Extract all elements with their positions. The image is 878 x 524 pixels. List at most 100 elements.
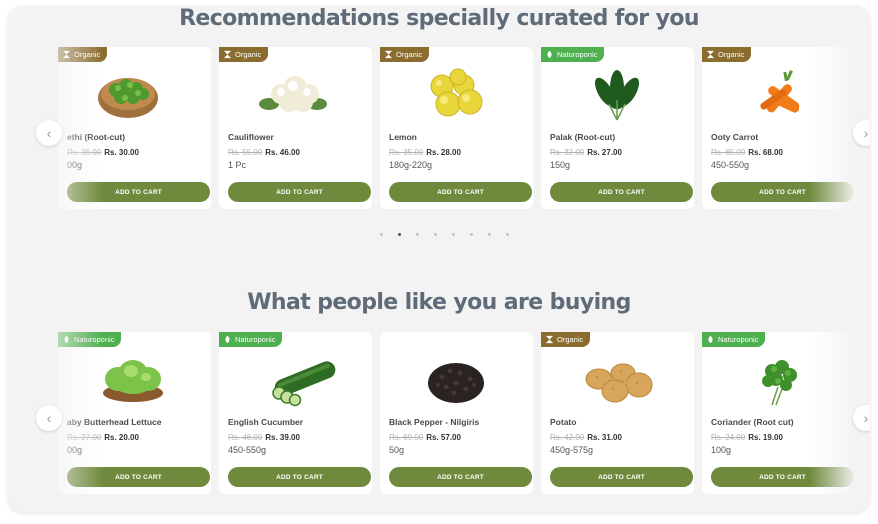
- pagination-dot[interactable]: [469, 233, 473, 236]
- product-quantity: 450-550g: [228, 445, 267, 455]
- product-quantity: 450-550g: [711, 160, 750, 170]
- methi-bunch-icon[interactable]: [58, 64, 211, 126]
- product-quantity: 00g: [67, 445, 83, 455]
- carousel-prev-button[interactable]: ‹: [36, 405, 62, 431]
- new-price: Rs. 68.00: [748, 148, 783, 157]
- product-price: Rs. 69.00 Rs. 57.00: [389, 433, 461, 442]
- product-quantity: 150g: [550, 160, 571, 170]
- recommendations-panel: Recommendations specially curated for yo…: [8, 6, 870, 512]
- carousel-people-buying[interactable]: Naturoponic aby Butterhead Lettuce Rs. 27…: [8, 332, 870, 494]
- old-price: Rs. 36.00: [67, 148, 102, 157]
- old-price: Rs. 27.00: [67, 433, 102, 442]
- add-to-cart-button[interactable]: ADD TO CART: [228, 182, 371, 202]
- product-card[interactable]: Black Pepper - Nilgiris Rs. 69.00 Rs. 57.0…: [380, 332, 533, 494]
- new-price: Rs. 46.00: [265, 148, 300, 157]
- badge-label: Organic: [396, 50, 423, 59]
- badge-label: Organic: [235, 50, 262, 59]
- product-card[interactable]: Naturoponic Coriander (Root cut) Rs. 24.0…: [702, 332, 855, 494]
- add-to-cart-button[interactable]: ADD TO CART: [711, 467, 854, 487]
- old-price: Rs. 32.00: [550, 148, 585, 157]
- add-to-cart-button[interactable]: ADD TO CART: [389, 182, 532, 202]
- old-price: Rs. 69.00: [389, 433, 424, 442]
- badge-label: Organic: [74, 50, 101, 59]
- product-card[interactable]: Organic Ooty Carrot Rs. 85.00 Rs. 68.00 450…: [702, 47, 855, 209]
- badge-organic: Organic: [702, 47, 752, 62]
- carousel-pagination: [8, 233, 870, 236]
- product-price: Rs. 46.00 Rs. 39.00: [228, 433, 300, 442]
- product-quantity: 00g: [67, 160, 83, 170]
- carousel-prev-button[interactable]: ‹: [36, 120, 62, 146]
- carousel-next-button[interactable]: ›: [853, 405, 870, 431]
- lettuce-icon[interactable]: [58, 349, 211, 411]
- badge-organic: Organic: [380, 47, 430, 62]
- chevron-left-icon: ‹: [46, 410, 52, 426]
- product-price: Rs. 24.00 Rs. 19.00: [711, 433, 783, 442]
- potato-icon[interactable]: [541, 349, 694, 411]
- cauliflower-icon[interactable]: [219, 64, 372, 126]
- badge-organic: Organic: [541, 332, 591, 347]
- add-to-cart-button[interactable]: ADD TO CART: [389, 467, 532, 487]
- cucumber-icon[interactable]: [219, 349, 372, 411]
- old-price: Rs. 35.00: [389, 148, 424, 157]
- carousel-next-button[interactable]: ›: [853, 120, 870, 146]
- new-price: Rs. 57.00: [426, 433, 461, 442]
- product-price: Rs. 42.00 Rs. 31.00: [550, 433, 622, 442]
- product-name[interactable]: ethi (Root-cut): [67, 132, 125, 142]
- section-title-recommendations: Recommendations specially curated for yo…: [179, 6, 699, 31]
- product-card[interactable]: Organic ethi (Root-cut) Rs. 36.00 Rs. 30.0…: [58, 47, 211, 209]
- organic-icon: [545, 335, 554, 344]
- add-to-cart-button[interactable]: ADD TO CART: [67, 467, 210, 487]
- add-to-cart-button[interactable]: ADD TO CART: [550, 182, 693, 202]
- product-name[interactable]: Potato: [550, 417, 576, 427]
- product-name[interactable]: Lemon: [389, 132, 417, 142]
- pagination-dot[interactable]: [379, 233, 383, 236]
- badge-organic: Organic: [219, 47, 269, 62]
- product-card[interactable]: Naturoponic Palak (Root-cut) Rs. 32.00 Rs.…: [541, 47, 694, 209]
- add-to-cart-button[interactable]: ADD TO CART: [67, 182, 210, 202]
- badge-naturoponic: Naturoponic: [58, 332, 122, 347]
- new-price: Rs. 20.00: [104, 433, 139, 442]
- product-price: Rs. 85.00 Rs. 68.00: [711, 148, 783, 157]
- product-price: Rs. 55.00 Rs. 46.00: [228, 148, 300, 157]
- chevron-left-icon: ‹: [46, 125, 52, 141]
- new-price: Rs. 31.00: [587, 433, 622, 442]
- coriander-icon[interactable]: [702, 349, 855, 411]
- product-card[interactable]: Organic Cauliflower Rs. 55.00 Rs. 46.00 1 P…: [219, 47, 372, 209]
- product-quantity: 180g-220g: [389, 160, 433, 170]
- new-price: Rs. 39.00: [265, 433, 300, 442]
- add-to-cart-button[interactable]: ADD TO CART: [228, 467, 371, 487]
- product-card[interactable]: Naturoponic aby Butterhead Lettuce Rs. 27…: [58, 332, 211, 494]
- pagination-dot[interactable]: [451, 233, 455, 236]
- pagination-dot[interactable]: [505, 233, 509, 236]
- chevron-right-icon: ›: [863, 410, 869, 426]
- pagination-dot[interactable]: [415, 233, 419, 236]
- new-price: Rs. 30.00: [104, 148, 139, 157]
- product-name[interactable]: Coriander (Root cut): [711, 417, 794, 427]
- product-card[interactable]: Naturoponic English Cucumber Rs. 46.00 Rs.…: [219, 332, 372, 494]
- pagination-dot[interactable]: [487, 233, 491, 236]
- product-name[interactable]: Cauliflower: [228, 132, 274, 142]
- product-name[interactable]: Black Pepper - Nilgiris: [389, 417, 479, 427]
- product-card[interactable]: Organic Potato Rs. 42.00 Rs. 31.00 450g-575…: [541, 332, 694, 494]
- product-name[interactable]: aby Butterhead Lettuce: [67, 417, 161, 427]
- badge-label: Organic: [557, 335, 584, 344]
- old-price: Rs. 42.00: [550, 433, 585, 442]
- product-price: Rs. 36.00 Rs. 30.00: [67, 148, 139, 157]
- add-to-cart-button[interactable]: ADD TO CART: [711, 182, 854, 202]
- product-price: Rs. 35.00 Rs. 28.00: [389, 148, 461, 157]
- product-quantity: 100g: [711, 445, 732, 455]
- product-card[interactable]: Organic Lemon Rs. 35.00 Rs. 28.00 180g-220g…: [380, 47, 533, 209]
- pagination-dot[interactable]: [433, 233, 437, 236]
- spinach-icon[interactable]: [541, 64, 694, 126]
- organic-icon: [62, 50, 71, 59]
- product-price: Rs. 32.00 Rs. 27.00: [550, 148, 622, 157]
- carrot-icon[interactable]: [702, 64, 855, 126]
- product-name[interactable]: Palak (Root-cut): [550, 132, 615, 142]
- add-to-cart-button[interactable]: ADD TO CART: [550, 467, 693, 487]
- lemon-icon[interactable]: [380, 64, 533, 126]
- black-pepper-icon[interactable]: [380, 349, 533, 411]
- product-name[interactable]: Ooty Carrot: [711, 132, 758, 142]
- product-name[interactable]: English Cucumber: [228, 417, 303, 427]
- carousel-recommendations[interactable]: Organic ethi (Root-cut) Rs. 36.00 Rs. 30.0…: [8, 47, 870, 209]
- pagination-dot[interactable]: [397, 233, 401, 236]
